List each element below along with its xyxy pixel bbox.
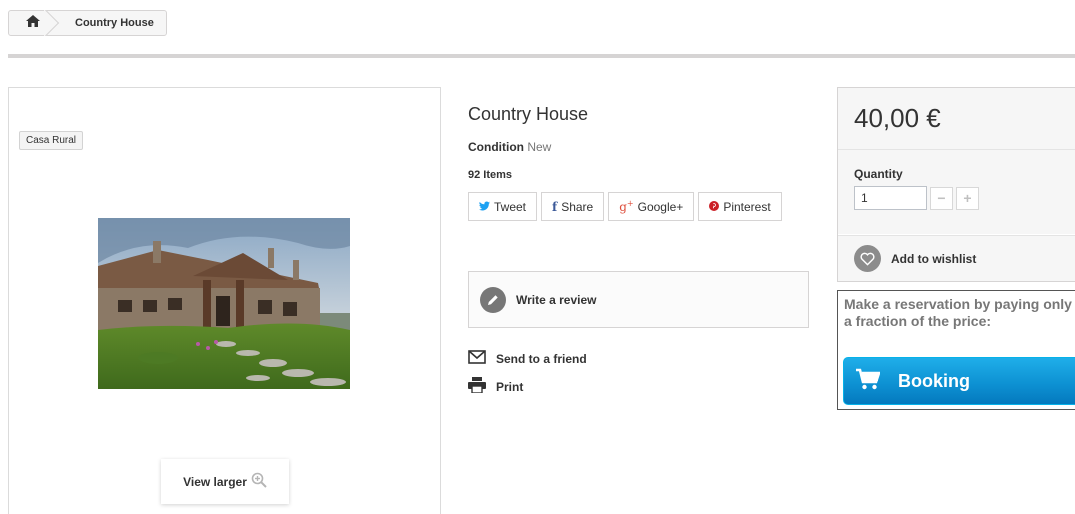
view-larger-label: View larger — [183, 474, 247, 489]
booking-label: Booking — [898, 370, 970, 391]
zoom-in-icon — [251, 472, 267, 491]
google-plus-button[interactable]: g+ Google+ — [608, 192, 695, 221]
pinterest-label: Pinterest — [723, 199, 771, 214]
google-plus-label: Google+ — [637, 199, 684, 214]
tweet-button[interactable]: Tweet — [468, 192, 538, 221]
booking-button[interactable]: Booking — [843, 357, 1075, 405]
divider — [8, 54, 1075, 58]
product-image-block: Casa Rural View larger — [8, 87, 441, 514]
breadcrumb-current: Country House — [75, 17, 154, 29]
view-larger-button[interactable]: View larger — [161, 459, 289, 504]
wishlist-label: Add to wishlist — [891, 251, 977, 266]
product-photo[interactable] — [98, 218, 350, 389]
product-info: Country House Condition New 92 Items Twe… — [468, 100, 813, 394]
quantity-increase-button[interactable]: + — [956, 186, 979, 210]
stock-count: 92 Items — [468, 169, 513, 181]
pencil-icon — [480, 286, 506, 313]
print-label: Print — [496, 379, 524, 394]
quantity-stepper: 1 − + — [854, 186, 1075, 210]
social-share-bar: Tweet f Share g+ Google+ Pinterest — [468, 192, 813, 221]
write-review-label: Write a review — [516, 292, 597, 307]
page-title: Country House — [468, 104, 589, 124]
product-price: 40,00 € — [854, 103, 941, 133]
reservation-text: Make a reservation by paying only a frac… — [844, 296, 1072, 329]
cart-icon — [856, 368, 881, 395]
quantity-block: Quantity 1 − + — [838, 150, 1075, 235]
price-row: 40,00 € — [838, 88, 1075, 150]
breadcrumb-separator — [44, 10, 60, 36]
product-condition: Condition New — [468, 140, 813, 154]
tweet-label: Tweet — [494, 199, 527, 214]
buy-box: 40,00 € Quantity 1 − + Add to wishlist — [837, 87, 1075, 282]
reservation-box: Make a reservation by paying only a frac… — [837, 290, 1075, 410]
envelope-icon — [468, 349, 486, 368]
google-plus-icon: g+ — [619, 199, 634, 214]
twitter-icon — [479, 200, 490, 214]
home-icon — [26, 14, 40, 32]
category-badge: Casa Rural — [19, 131, 84, 150]
facebook-icon: f — [552, 199, 558, 214]
quantity-decrease-button[interactable]: − — [930, 186, 953, 210]
facebook-share-button[interactable]: f Share — [541, 192, 605, 221]
pinterest-button[interactable]: Pinterest — [698, 192, 782, 221]
write-review-button[interactable]: Write a review — [468, 271, 809, 328]
quantity-input[interactable]: 1 — [854, 186, 927, 210]
quantity-label: Quantity — [854, 167, 903, 181]
printer-icon — [468, 377, 486, 396]
send-to-friend-link[interactable]: Send to a friend — [468, 349, 587, 368]
heart-icon — [854, 245, 881, 272]
condition-label: Condition — [468, 140, 524, 154]
condition-value: New — [527, 140, 552, 154]
breadcrumb-home-link[interactable] — [9, 11, 59, 35]
add-to-wishlist-button[interactable]: Add to wishlist — [838, 235, 1075, 281]
send-to-friend-label: Send to a friend — [496, 351, 587, 366]
print-link[interactable]: Print — [468, 377, 523, 396]
pinterest-icon — [709, 200, 720, 214]
share-label: Share — [561, 199, 594, 214]
breadcrumb: Country House — [8, 10, 167, 36]
